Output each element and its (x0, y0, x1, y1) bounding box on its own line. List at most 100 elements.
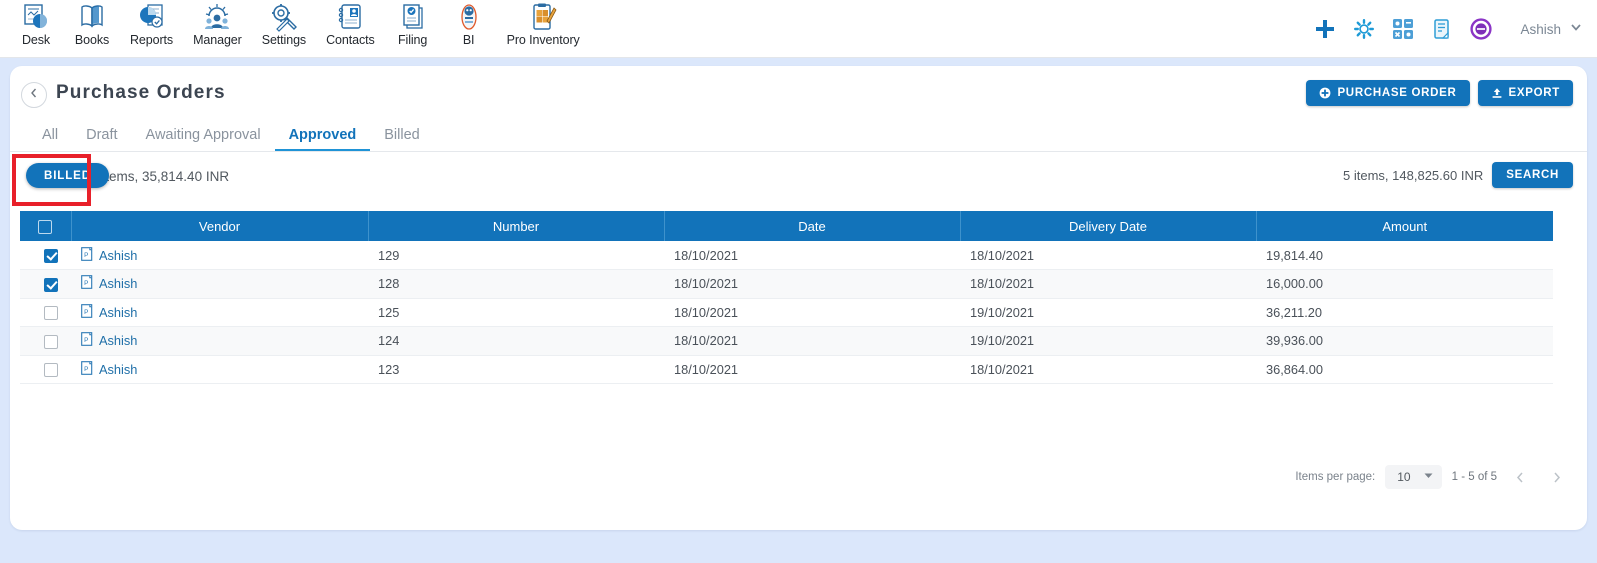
svg-text:P: P (84, 252, 88, 259)
module-label: BI (462, 33, 475, 47)
purchase-orders-card: Purchase Orders PURCHASE ORDER EXPORT Al… (10, 66, 1587, 530)
module-bi[interactable]: BI (441, 0, 497, 47)
cell-delivery-date: 18/10/2021 (960, 269, 1256, 299)
row-select-cell[interactable] (20, 241, 71, 270)
tab-awaiting-approval[interactable]: Awaiting Approval (132, 127, 275, 151)
module-nav: Desk Books Reports Manager Settings Cont… (8, 0, 590, 58)
row-checkbox[interactable] (43, 334, 58, 349)
module-label: Desk (21, 33, 51, 47)
export-button[interactable]: EXPORT (1477, 80, 1573, 106)
items-per-page-select[interactable]: 10 (1385, 465, 1442, 489)
tab-all[interactable]: All (28, 127, 72, 151)
prev-page-button[interactable] (1507, 464, 1533, 490)
module-books[interactable]: Books (64, 0, 120, 47)
row-checkbox[interactable] (43, 248, 58, 263)
column-header-delivery-date[interactable]: Delivery Date (960, 211, 1257, 241)
purchase-orders-table-wrapper: Vendor Number Date Delivery Date Amount … (20, 211, 1553, 384)
manager-icon (202, 2, 232, 32)
cell-delivery-date: 19/10/2021 (960, 326, 1256, 356)
document-icon: P (81, 332, 94, 349)
cell-date: 18/10/2021 (664, 355, 960, 384)
table-row[interactable]: P Ashish 124 18/10/2021 19/10/2021 39,936.00 (20, 326, 1553, 356)
apps-grid-icon[interactable] (1386, 12, 1420, 46)
vendor-name: Ashish (99, 276, 138, 292)
contacts-icon (335, 2, 365, 32)
toolbar-right: Ashish (1303, 0, 1597, 58)
badge-icon[interactable] (1464, 12, 1498, 46)
next-page-button[interactable] (1543, 464, 1569, 490)
row-checkbox[interactable] (43, 306, 58, 321)
export-button-label: EXPORT (1508, 87, 1560, 99)
card-header: Purchase Orders PURCHASE ORDER EXPORT (10, 66, 1587, 120)
cell-date: 18/10/2021 (664, 298, 960, 327)
back-button[interactable] (21, 82, 47, 108)
column-header-vendor[interactable]: Vendor (71, 211, 369, 241)
cell-vendor[interactable]: P Ashish (71, 241, 368, 270)
user-name: Ashish (1520, 21, 1561, 37)
table-row[interactable]: P Ashish 129 18/10/2021 18/10/2021 19,814.40 (20, 241, 1553, 270)
purchase-order-button[interactable]: PURCHASE ORDER (1306, 80, 1470, 106)
purchase-orders-table: Vendor Number Date Delivery Date Amount … (20, 211, 1553, 384)
cell-vendor[interactable]: P Ashish (71, 298, 368, 327)
selected-summary-text: 2 items, 35,814.40 INR (91, 169, 230, 184)
table-row[interactable]: P Ashish 123 18/10/2021 18/10/2021 36,864.00 (20, 355, 1553, 384)
module-pro-inventory[interactable]: Pro Inventory (497, 0, 590, 47)
row-select-cell[interactable] (20, 269, 71, 299)
books-icon (77, 2, 107, 32)
summary-bar: BILLED 2 items, 35,814.40 INR 5 items, 1… (10, 152, 1587, 200)
cell-amount: 19,814.40 (1256, 241, 1553, 270)
module-reports[interactable]: Reports (120, 0, 183, 47)
page-range-text: 1 - 5 of 5 (1451, 471, 1497, 483)
search-button[interactable]: SEARCH (1492, 162, 1573, 188)
items-per-page-label: Items per page: (1295, 471, 1376, 483)
cell-amount: 16,000.00 (1256, 269, 1553, 299)
desk-icon (21, 2, 51, 32)
cell-number: 123 (368, 355, 664, 384)
header-actions: PURCHASE ORDER EXPORT (1306, 80, 1573, 106)
tab-billed[interactable]: Billed (370, 127, 433, 151)
items-per-page-value: 10 (1397, 470, 1411, 484)
document-icon: P (81, 303, 94, 321)
select-all-header[interactable] (20, 211, 72, 241)
row-checkbox[interactable] (43, 363, 58, 378)
cell-number: 128 (368, 269, 664, 299)
row-select-cell[interactable] (20, 326, 71, 356)
module-contacts[interactable]: Contacts (316, 0, 385, 47)
gear-icon[interactable] (1347, 12, 1381, 46)
chevron-left-icon (28, 86, 40, 104)
chevron-down-icon (1569, 20, 1583, 39)
column-header-date[interactable]: Date (664, 211, 961, 241)
tab-approved[interactable]: Approved (274, 127, 371, 151)
module-label: Filing (397, 33, 428, 47)
module-label: Settings (261, 33, 307, 47)
cell-delivery-date: 18/10/2021 (960, 355, 1256, 384)
select-all-checkbox[interactable] (38, 219, 53, 234)
tab-draft[interactable]: Draft (72, 127, 131, 151)
user-menu[interactable]: Ashish (1520, 20, 1583, 39)
row-select-cell[interactable] (20, 355, 71, 384)
cell-vendor[interactable]: P Ashish (71, 269, 368, 299)
cell-delivery-date: 19/10/2021 (960, 298, 1256, 327)
cell-amount: 39,936.00 (1256, 326, 1553, 356)
table-row[interactable]: P Ashish 125 18/10/2021 19/10/2021 36,211.20 (20, 298, 1553, 327)
cell-delivery-date: 18/10/2021 (960, 241, 1256, 270)
cell-vendor[interactable]: P Ashish (71, 355, 368, 384)
billed-button[interactable]: BILLED (26, 163, 109, 188)
add-icon[interactable] (1308, 12, 1342, 46)
module-label: Manager (193, 33, 242, 47)
table-row[interactable]: P Ashish 128 18/10/2021 18/10/2021 16,000.00 (20, 269, 1553, 299)
module-filing[interactable]: Filing (385, 0, 441, 47)
notes-icon[interactable] (1425, 12, 1459, 46)
module-desk[interactable]: Desk (8, 0, 64, 47)
module-settings[interactable]: Settings (252, 0, 316, 47)
page-title: Purchase Orders (56, 82, 226, 103)
column-header-number[interactable]: Number (368, 211, 665, 241)
cell-vendor[interactable]: P Ashish (71, 326, 368, 356)
column-header-amount[interactable]: Amount (1256, 211, 1553, 241)
row-checkbox[interactable] (43, 277, 58, 292)
settings-icon (269, 2, 299, 32)
module-manager[interactable]: Manager (183, 0, 252, 47)
svg-text:P: P (84, 366, 88, 373)
row-select-cell[interactable] (20, 298, 71, 327)
chevron-down-icon (1423, 470, 1434, 484)
